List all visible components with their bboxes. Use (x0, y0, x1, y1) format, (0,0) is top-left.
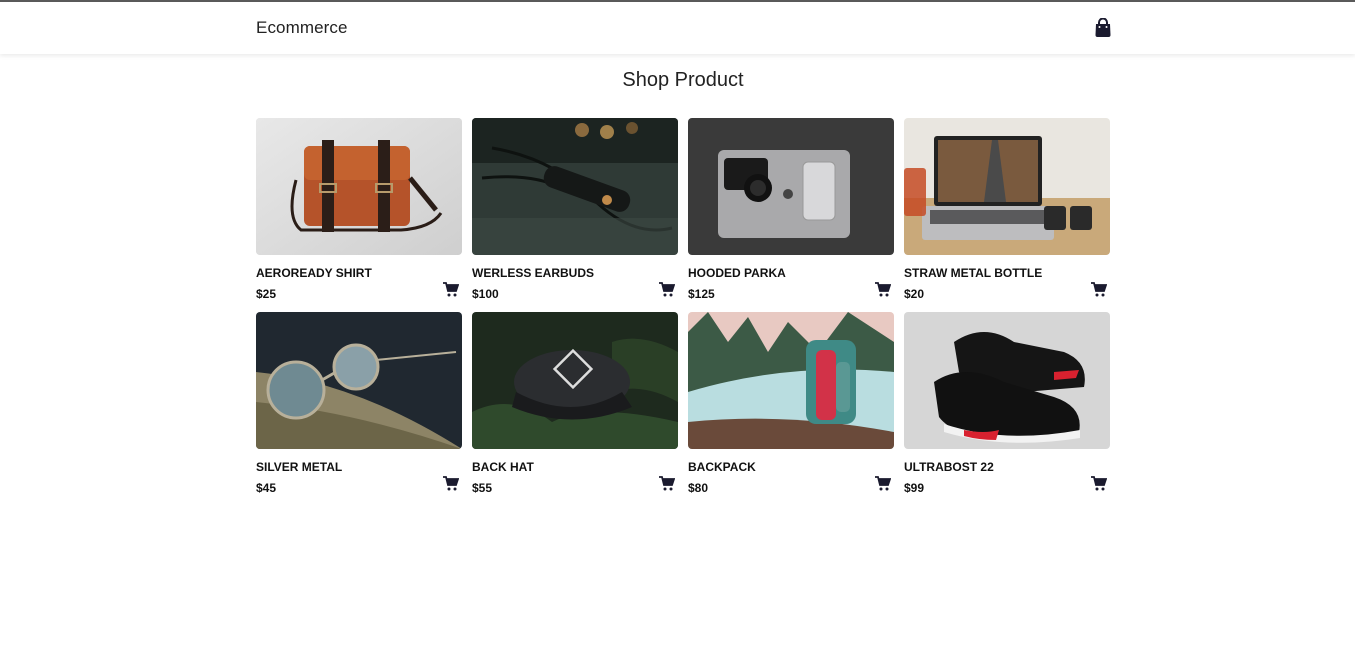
product-price: $25 (256, 287, 277, 301)
product-price: $80 (688, 481, 709, 495)
product-name[interactable]: SILVER METAL (256, 460, 342, 474)
add-to-cart-icon[interactable] (1091, 282, 1108, 297)
product-price: $99 (904, 481, 925, 495)
product-image-laptop-camera-phone[interactable] (688, 118, 894, 255)
product-name[interactable]: BACKPACK (688, 460, 756, 474)
product-name[interactable]: ULTRABOST 22 (904, 460, 994, 474)
product-image-laptop-desk[interactable] (904, 118, 1110, 255)
add-to-cart-icon[interactable] (443, 476, 460, 491)
product-price: $55 (472, 481, 493, 495)
page-title: Shop Product (622, 69, 744, 91)
product-price: $125 (688, 287, 715, 301)
product-image-earbuds[interactable] (472, 118, 678, 255)
product-name[interactable]: BACK HAT (472, 460, 534, 474)
add-to-cart-icon[interactable] (659, 282, 676, 297)
product-image-backpack[interactable] (688, 312, 894, 449)
add-to-cart-icon[interactable] (875, 476, 892, 491)
product-image-leather-bag[interactable] (256, 118, 462, 255)
product-name[interactable]: STRAW METAL BOTTLE (904, 266, 1042, 280)
product-image-sunglasses[interactable] (256, 312, 462, 449)
navbar: Ecommerce (0, 2, 1355, 54)
brand-logo[interactable]: Ecommerce (256, 18, 348, 38)
product-price: $100 (472, 287, 499, 301)
product-name[interactable]: HOODED PARKA (688, 266, 786, 280)
product-image-sneakers[interactable] (904, 312, 1110, 449)
add-to-cart-icon[interactable] (659, 476, 676, 491)
product-name[interactable]: WERLESS EARBUDS (472, 266, 594, 280)
add-to-cart-icon[interactable] (443, 282, 460, 297)
product-price: $45 (256, 481, 277, 495)
add-to-cart-icon[interactable] (1091, 476, 1108, 491)
product-image-cap[interactable] (472, 312, 678, 449)
add-to-cart-icon[interactable] (875, 282, 892, 297)
product-name[interactable]: AEROREADY SHIRT (256, 266, 372, 280)
shopping-bag-icon[interactable] (1094, 17, 1112, 38)
product-price: $20 (904, 287, 925, 301)
